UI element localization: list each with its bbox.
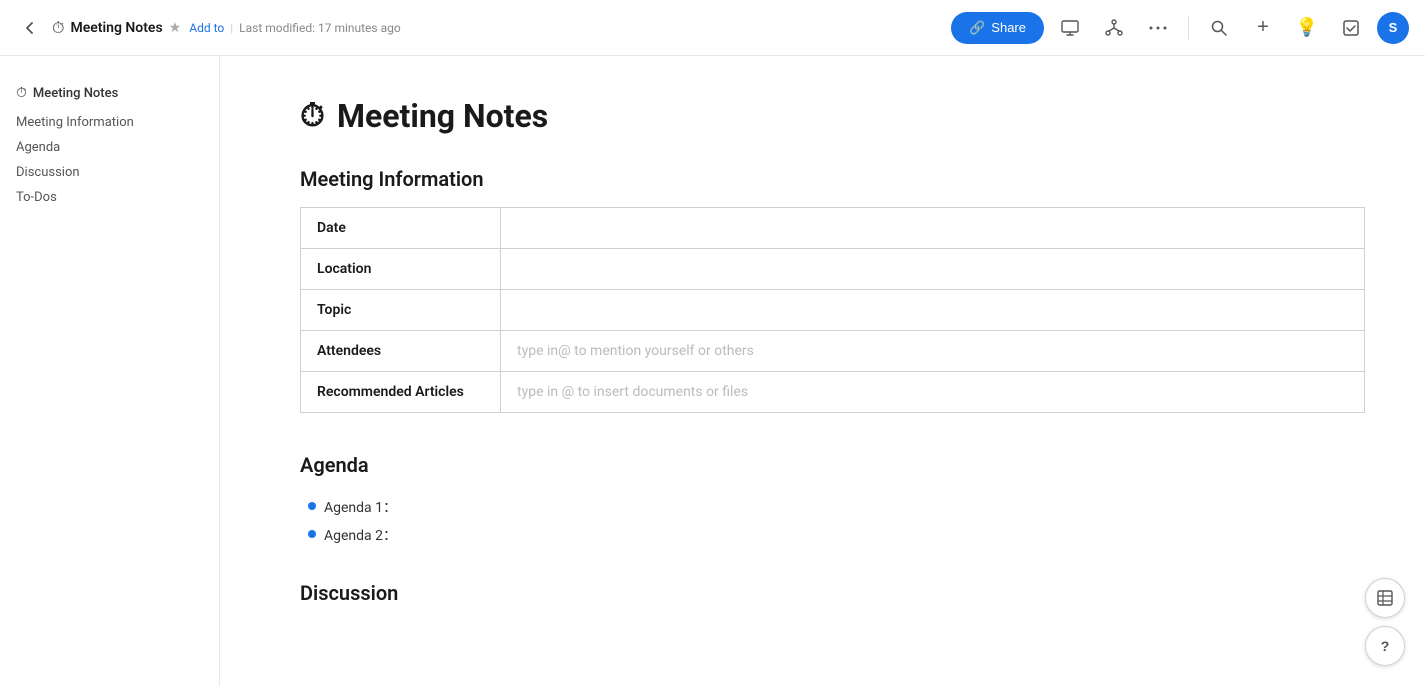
location-value[interactable] <box>501 249 1365 290</box>
list-item: Agenda 1： <box>308 493 1365 521</box>
last-modified: Last modified: 17 minutes ago <box>239 21 401 35</box>
add-to-link[interactable]: Add to <box>189 21 224 35</box>
table-row: Recommended Articles type in @ to insert… <box>301 372 1365 413</box>
topic-label: Topic <box>301 290 501 331</box>
sidebar-item-discussion[interactable]: Discussion <box>0 160 219 185</box>
share-tree-button[interactable] <box>1096 10 1132 46</box>
table-row: Date <box>301 208 1365 249</box>
attendees-value[interactable]: type in@ to mention yourself or others <box>501 331 1365 372</box>
meeting-info-table: Date Location Topic Attendees type in@ t… <box>300 207 1365 413</box>
share-button[interactable]: 🔗 Share <box>951 12 1044 44</box>
layout: ⏱ Meeting Notes Meeting Information Agen… <box>0 56 1425 686</box>
attendees-label: Attendees <box>301 331 501 372</box>
divider <box>1188 16 1189 40</box>
discussion-heading: Discussion <box>300 581 1365 605</box>
recommended-value[interactable]: type in @ to insert documents or files <box>501 372 1365 413</box>
recommended-label: Recommended Articles <box>301 372 501 413</box>
date-value[interactable] <box>501 208 1365 249</box>
help-float-button[interactable]: ? <box>1365 626 1405 666</box>
doc-title-area: ⏱ Meeting Notes ★ <box>52 18 181 38</box>
location-label: Location <box>301 249 501 290</box>
bottom-right-buttons: ? <box>1365 578 1405 666</box>
agenda-heading: Agenda <box>300 453 1365 477</box>
agenda-item-2[interactable]: Agenda 2： <box>324 525 397 545</box>
star-button[interactable]: ★ <box>169 19 182 36</box>
date-label: Date <box>301 208 501 249</box>
share-link-icon: 🔗 <box>969 20 985 36</box>
topbar-meta: Add to | Last modified: 17 minutes ago <box>189 21 400 35</box>
sidebar-item-meeting-information[interactable]: Meeting Information <box>0 110 219 135</box>
sidebar: ⏱ Meeting Notes Meeting Information Agen… <box>0 56 220 686</box>
table-float-button[interactable] <box>1365 578 1405 618</box>
bulb-button[interactable]: 💡 <box>1289 10 1325 46</box>
bullet-dot <box>308 530 316 538</box>
search-button[interactable] <box>1201 10 1237 46</box>
share-label: Share <box>991 20 1026 35</box>
title-icon: ⏱ <box>300 96 325 135</box>
present-button[interactable] <box>1052 10 1088 46</box>
doc-title: Meeting Notes <box>70 20 162 36</box>
sidebar-doc-label: Meeting Notes <box>33 86 118 101</box>
meeting-information-heading: Meeting Information <box>300 167 1365 191</box>
sidebar-item-todos[interactable]: To-Dos <box>0 185 219 210</box>
sidebar-doc-icon: ⏱ <box>16 85 27 101</box>
avatar-button[interactable]: S <box>1377 12 1409 44</box>
topbar: ⏱ Meeting Notes ★ Add to | Last modified… <box>0 0 1425 56</box>
sidebar-item-agenda[interactable]: Agenda <box>0 135 219 160</box>
main-content: ⏱ Meeting Notes Meeting Information Date… <box>220 56 1425 686</box>
page-title: Meeting Notes <box>337 97 548 135</box>
list-item: Agenda 2： <box>308 521 1365 549</box>
agenda-list: Agenda 1： Agenda 2： <box>300 493 1365 549</box>
topic-value[interactable] <box>501 290 1365 331</box>
sidebar-doc-link[interactable]: ⏱ Meeting Notes <box>0 80 219 106</box>
table-row: Attendees type in@ to mention yourself o… <box>301 331 1365 372</box>
table-row: Location <box>301 249 1365 290</box>
bullet-dot <box>308 502 316 510</box>
doc-icon: ⏱ <box>52 18 64 38</box>
agenda-section: Agenda Agenda 1： Agenda 2： <box>300 453 1365 549</box>
checkbox-button[interactable] <box>1333 10 1369 46</box>
topbar-right: 🔗 Share <box>951 10 1409 46</box>
add-button[interactable]: + <box>1245 10 1281 46</box>
back-button[interactable] <box>16 14 44 42</box>
help-icon: ? <box>1381 638 1390 654</box>
more-button[interactable] <box>1140 10 1176 46</box>
agenda-item-1[interactable]: Agenda 1： <box>324 497 397 517</box>
doc-heading: ⏱ Meeting Notes <box>300 96 1365 135</box>
topbar-left: ⏱ Meeting Notes ★ Add to | Last modified… <box>16 14 401 42</box>
table-row: Topic <box>301 290 1365 331</box>
